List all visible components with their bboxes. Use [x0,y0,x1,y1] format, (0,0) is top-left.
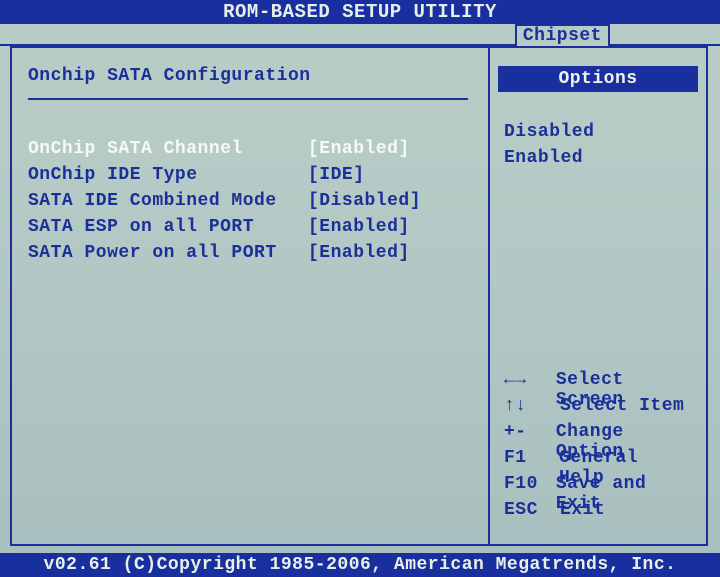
hint-exit: ESC Exit [504,500,692,526]
hint-text: Select Screen [556,370,692,396]
setting-label: OnChip IDE Type [28,165,308,185]
setting-value: [IDE] [308,165,365,185]
tab-label: Chipset [523,26,602,46]
footer-bar: v02.61 (C)Copyright 1985-2006, American … [0,553,720,577]
setting-value: [Disabled] [308,191,421,211]
title-bar: ROM-BASED SETUP UTILITY [0,0,720,24]
setting-label: SATA IDE Combined Mode [28,191,308,211]
setting-value: [Enabled] [308,139,410,159]
setting-sata-esp-all-port[interactable]: SATA ESP on all PORT [Enabled] [28,214,468,240]
hint-text: Save and Exit [556,474,692,500]
setting-value: [Enabled] [308,243,410,263]
section-title: Onchip SATA Configuration [28,66,468,100]
hint-text: Select Item [560,396,684,422]
settings-pane: Onchip SATA Configuration OnChip SATA Ch… [12,48,488,544]
bios-screen: ROM-BASED SETUP UTILITY Chipset Onchip S… [0,0,720,577]
key-hints: ←→ Select Screen ↑↓ Select Item +- Chang… [490,370,706,544]
hint-select-screen: ←→ Select Screen [504,370,692,396]
tab-chipset[interactable]: Chipset [515,24,610,46]
setting-sata-ide-combined-mode[interactable]: SATA IDE Combined Mode [Disabled] [28,188,468,214]
setting-label: SATA ESP on all PORT [28,217,308,237]
option-enabled[interactable]: Enabled [504,148,692,174]
option-disabled[interactable]: Disabled [504,122,692,148]
hint-save-exit: F10 Save and Exit [504,474,692,500]
setting-value: [Enabled] [308,217,410,237]
setting-label: OnChip SATA Channel [28,139,308,159]
tab-strip: Chipset [0,24,720,46]
hint-key: ESC [504,500,560,526]
hint-general-help: F1 General Help [504,448,692,474]
hint-key: F1 [504,448,559,474]
setting-sata-power-all-port[interactable]: SATA Power on all PORT [Enabled] [28,240,468,266]
options-list: Disabled Enabled [490,92,706,184]
hint-key: F10 [504,474,556,500]
options-pane: Options Disabled Enabled ←→ Select Scree… [488,48,706,544]
options-header: Options [498,66,698,92]
hint-select-item: ↑↓ Select Item [504,396,692,422]
hint-key: +- [504,422,556,448]
hint-text: Change Option [556,422,692,448]
setting-onchip-ide-type[interactable]: OnChip IDE Type [IDE] [28,162,468,188]
hint-text: Exit [560,500,605,526]
hint-key: ←→ [504,370,556,396]
work-area: Onchip SATA Configuration OnChip SATA Ch… [10,46,708,546]
hint-key: ↑↓ [504,396,560,422]
title-text: ROM-BASED SETUP UTILITY [223,1,497,23]
footer-text: v02.61 (C)Copyright 1985-2006, American … [44,555,677,575]
setting-onchip-sata-channel[interactable]: OnChip SATA Channel [Enabled] [28,136,468,162]
hint-change-option: +- Change Option [504,422,692,448]
setting-label: SATA Power on all PORT [28,243,308,263]
hint-text: General Help [559,448,692,474]
